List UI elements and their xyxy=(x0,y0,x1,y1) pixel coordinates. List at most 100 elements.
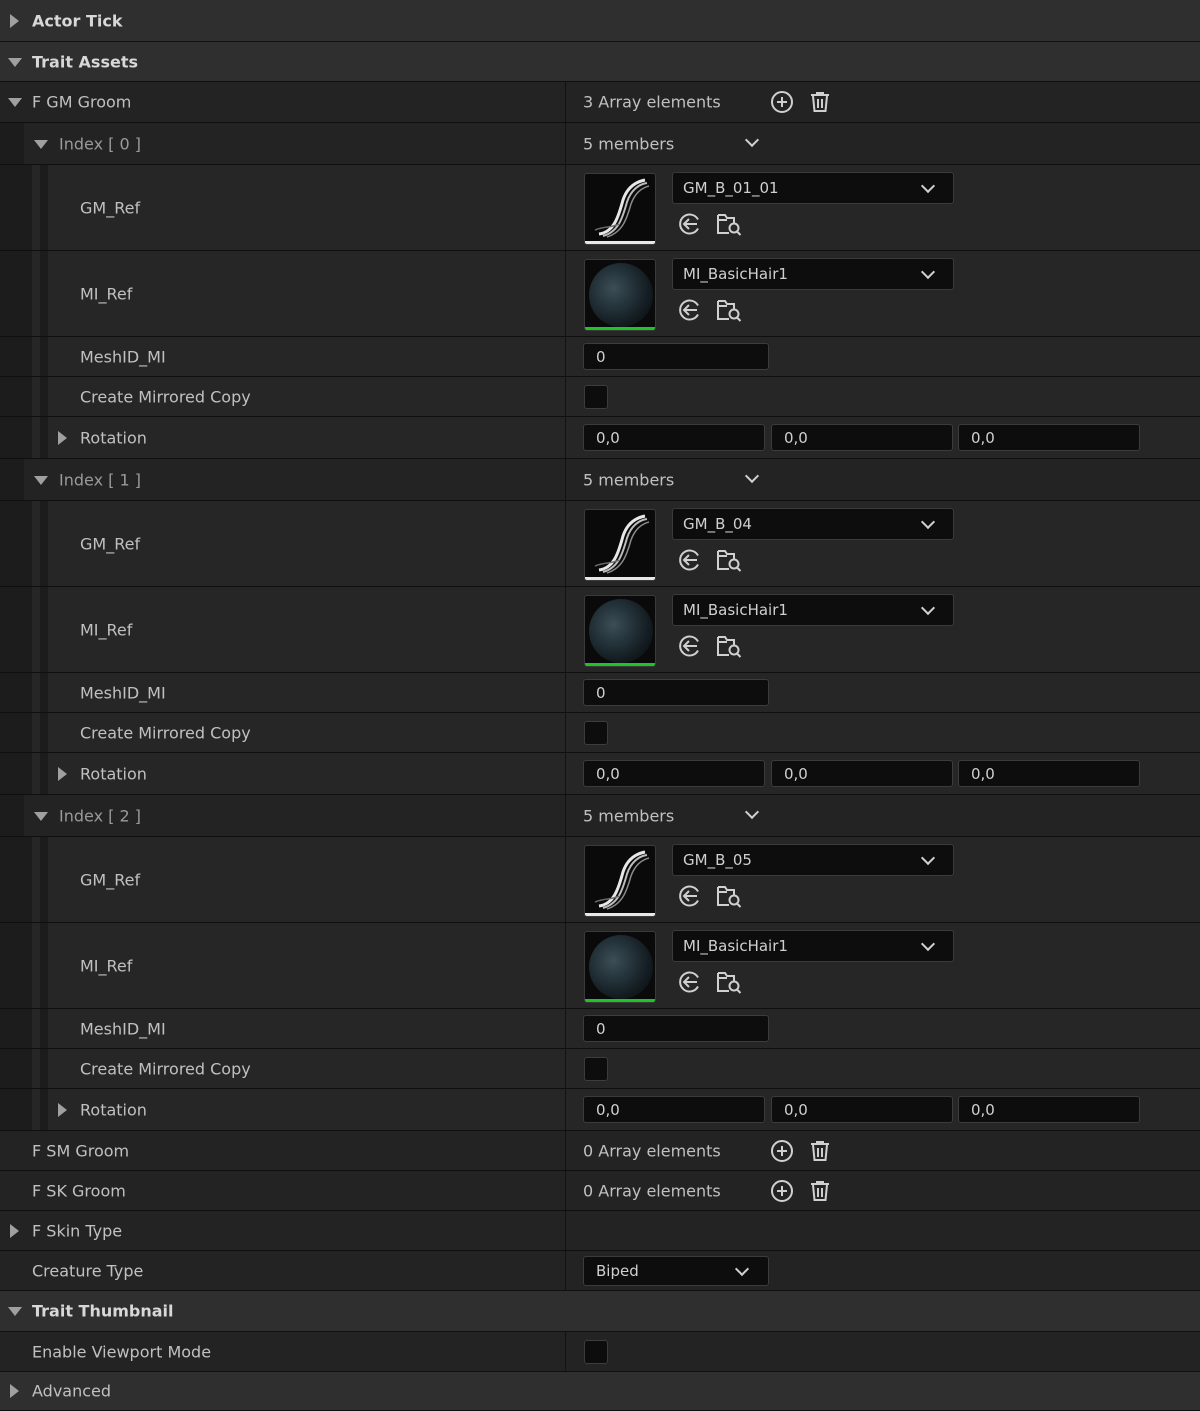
chevron-down-icon[interactable] xyxy=(734,1261,750,1277)
column-divider[interactable] xyxy=(565,673,566,712)
expand-arrow-icon[interactable] xyxy=(58,1102,67,1117)
arrow-left-circle-icon[interactable] xyxy=(678,884,702,908)
indent-guide xyxy=(24,1009,32,1048)
collapse-arrow-icon[interactable] xyxy=(8,57,22,67)
expand-arrow-icon[interactable] xyxy=(10,13,19,28)
chevron-down-icon[interactable] xyxy=(744,804,760,820)
mirror-checkbox[interactable] xyxy=(584,721,608,745)
trash-icon[interactable] xyxy=(808,90,832,114)
groom-asset-thumbnail[interactable] xyxy=(584,509,656,581)
material-asset-thumbnail[interactable] xyxy=(584,595,656,667)
folder-search-icon[interactable] xyxy=(716,634,742,658)
collapse-arrow-icon[interactable] xyxy=(34,475,48,485)
chevron-down-icon[interactable] xyxy=(920,936,936,952)
column-divider[interactable] xyxy=(565,417,566,458)
rotation-z-input[interactable]: 0,0 xyxy=(958,1096,1140,1123)
column-divider[interactable] xyxy=(565,923,566,1008)
material-asset-thumbnail[interactable] xyxy=(584,931,656,1003)
column-divider[interactable] xyxy=(565,459,566,500)
plus-circle-icon[interactable] xyxy=(770,1179,794,1203)
meshid-input[interactable]: 0 xyxy=(583,343,769,370)
column-divider[interactable] xyxy=(565,501,566,586)
collapse-arrow-icon[interactable] xyxy=(34,811,48,821)
collapse-arrow-icon[interactable] xyxy=(34,139,48,149)
arrow-left-circle-icon[interactable] xyxy=(678,548,702,572)
gm-ref-picker[interactable]: GM_B_01_01 xyxy=(672,172,954,204)
meshid-input[interactable]: 0 xyxy=(583,679,769,706)
chevron-down-icon[interactable] xyxy=(920,178,936,194)
rotation-z-input[interactable]: 0,0 xyxy=(958,424,1140,451)
expand-arrow-icon[interactable] xyxy=(58,430,67,445)
groom-asset-thumbnail[interactable] xyxy=(584,845,656,917)
folder-search-icon[interactable] xyxy=(716,212,742,236)
mirror-checkbox[interactable] xyxy=(584,385,608,409)
column-divider[interactable] xyxy=(565,165,566,250)
folder-search-icon[interactable] xyxy=(716,970,742,994)
rotation-label: Rotation xyxy=(80,764,147,783)
column-divider[interactable] xyxy=(565,1131,566,1170)
skin-type-label: F Skin Type xyxy=(32,1221,123,1240)
column-divider[interactable] xyxy=(565,251,566,336)
column-divider[interactable] xyxy=(565,1089,566,1130)
trash-icon[interactable] xyxy=(808,1179,832,1203)
collapse-arrow-icon[interactable] xyxy=(8,1307,22,1316)
mi-ref-picker[interactable]: MI_BasicHair1 xyxy=(672,594,954,626)
material-asset-thumbnail[interactable] xyxy=(584,259,656,331)
mi-ref-picker[interactable]: MI_BasicHair1 xyxy=(672,258,954,290)
collapse-arrow-icon[interactable] xyxy=(8,98,22,107)
folder-search-icon[interactable] xyxy=(716,298,742,322)
column-divider[interactable] xyxy=(565,1009,566,1048)
column-divider[interactable] xyxy=(565,377,566,416)
rotation-z-input[interactable]: 0,0 xyxy=(958,760,1140,787)
expand-arrow-icon[interactable] xyxy=(10,1223,19,1238)
rotation-y-input[interactable]: 0,0 xyxy=(771,760,953,787)
column-divider[interactable] xyxy=(565,337,566,376)
enable-viewport-checkbox[interactable] xyxy=(584,1340,608,1364)
column-divider[interactable] xyxy=(565,1211,566,1250)
chevron-down-icon[interactable] xyxy=(920,264,936,280)
expand-arrow-icon[interactable] xyxy=(58,766,67,781)
column-divider[interactable] xyxy=(565,1332,566,1371)
gm-ref-picker[interactable]: GM_B_05 xyxy=(672,844,954,876)
chevron-down-icon[interactable] xyxy=(744,132,760,148)
rotation-x-input[interactable]: 0,0 xyxy=(583,424,765,451)
expand-arrow-icon[interactable] xyxy=(10,1384,19,1398)
rotation-y-input[interactable]: 0,0 xyxy=(771,424,953,451)
column-divider[interactable] xyxy=(565,753,566,794)
column-divider[interactable] xyxy=(565,713,566,752)
groom-asset-thumbnail[interactable] xyxy=(584,173,656,245)
arrow-left-circle-icon[interactable] xyxy=(678,212,702,236)
meshid-row: MeshID_MI 0 xyxy=(0,1009,1200,1049)
meshid-input[interactable]: 0 xyxy=(583,1015,769,1042)
rotation-x-input[interactable]: 0,0 xyxy=(583,760,765,787)
chevron-down-icon[interactable] xyxy=(920,514,936,530)
chevron-down-icon[interactable] xyxy=(920,600,936,616)
chevron-down-icon[interactable] xyxy=(744,468,760,484)
column-divider[interactable] xyxy=(565,837,566,922)
column-divider[interactable] xyxy=(565,795,566,836)
trash-icon[interactable] xyxy=(808,1139,832,1163)
column-divider[interactable] xyxy=(565,1049,566,1088)
plus-circle-icon[interactable] xyxy=(770,1139,794,1163)
gm-ref-picker[interactable]: GM_B_04 xyxy=(672,508,954,540)
column-divider[interactable] xyxy=(565,123,566,164)
indent-guide xyxy=(40,1049,48,1088)
folder-search-icon[interactable] xyxy=(716,884,742,908)
column-divider[interactable] xyxy=(565,82,566,122)
chevron-down-icon[interactable] xyxy=(920,850,936,866)
arrow-left-circle-icon[interactable] xyxy=(678,634,702,658)
column-divider[interactable] xyxy=(565,1251,566,1290)
mi-ref-picker[interactable]: MI_BasicHair1 xyxy=(672,930,954,962)
folder-search-icon[interactable] xyxy=(716,548,742,572)
indent-guide xyxy=(0,753,24,794)
arrow-left-circle-icon[interactable] xyxy=(678,970,702,994)
creature-type-dropdown[interactable]: Biped xyxy=(583,1256,769,1286)
mirror-checkbox[interactable] xyxy=(584,1057,608,1081)
plus-circle-icon[interactable] xyxy=(770,90,794,114)
rotation-x-input[interactable]: 0,0 xyxy=(583,1096,765,1123)
column-divider[interactable] xyxy=(565,1171,566,1210)
rotation-y-input[interactable]: 0,0 xyxy=(771,1096,953,1123)
column-divider[interactable] xyxy=(565,587,566,672)
meshid-label: MeshID_MI xyxy=(80,683,166,702)
arrow-left-circle-icon[interactable] xyxy=(678,298,702,322)
